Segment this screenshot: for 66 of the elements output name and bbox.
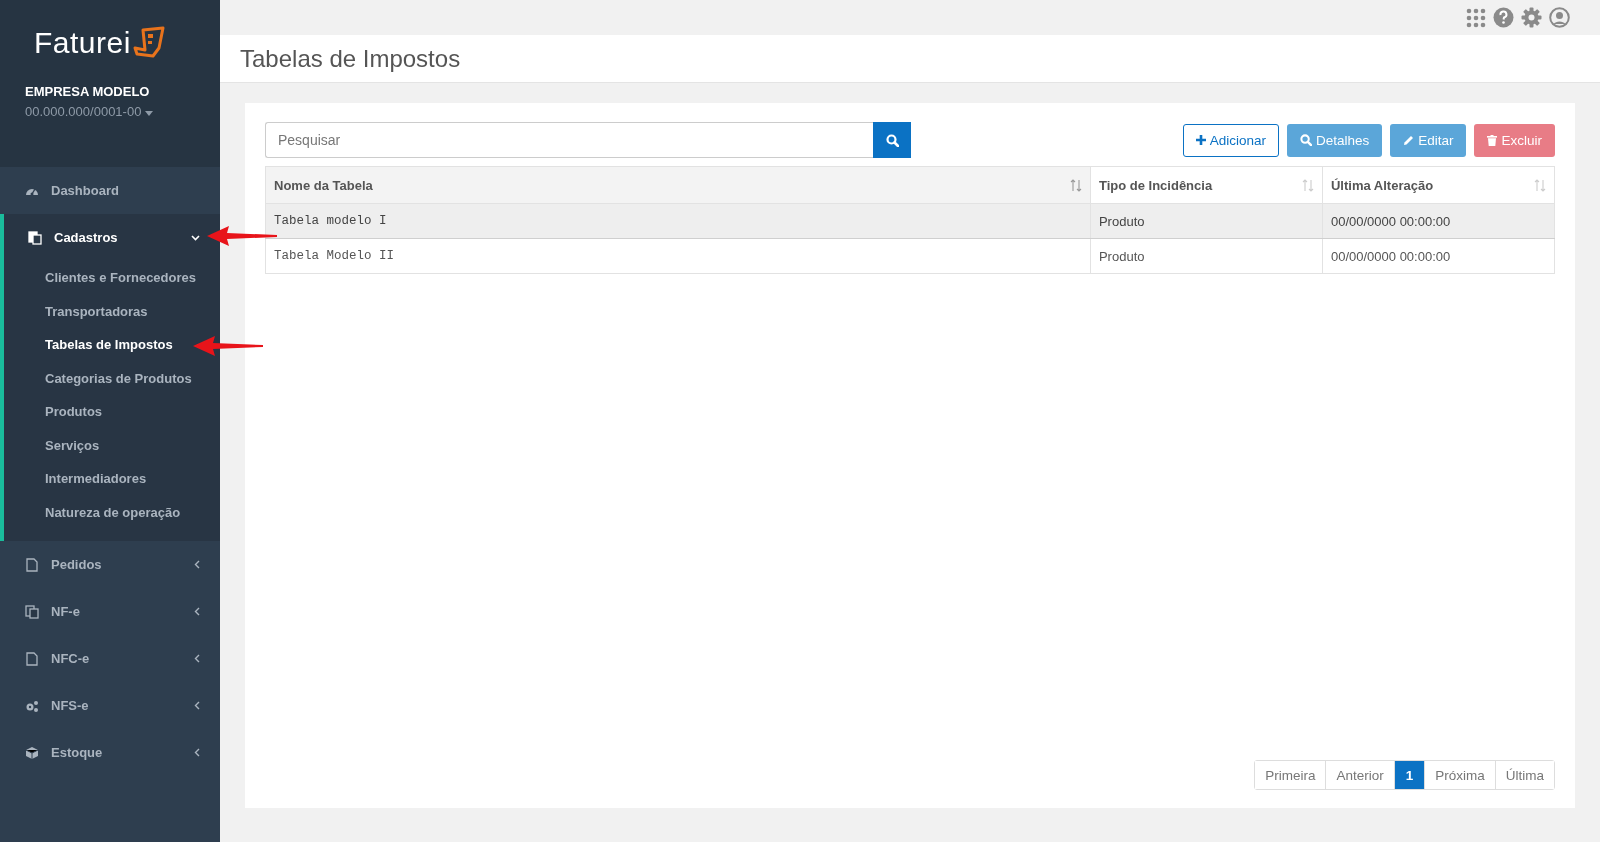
table-cell: Produto	[1090, 203, 1323, 239]
edit-button[interactable]: Editar	[1390, 123, 1467, 157]
pagination-button[interactable]: 1	[1393, 761, 1425, 789]
column-header[interactable]: Nome da Tabela	[265, 166, 1091, 204]
trash-icon	[1487, 134, 1498, 146]
sidebar-item[interactable]: NFC-e	[0, 635, 220, 682]
table-cell: Tabela Modelo II	[265, 238, 1091, 274]
chevron-down-icon	[191, 234, 200, 241]
sort-icon	[1069, 178, 1082, 192]
settings-icon[interactable]	[1521, 7, 1542, 28]
submenu-item[interactable]: Natureza de operação	[45, 495, 181, 529]
search-button[interactable]	[873, 122, 911, 158]
submenu-item[interactable]: Tabelas de Impostos	[45, 328, 173, 362]
chevron-left-icon	[194, 560, 200, 569]
sidebar-item[interactable]: Pedidos	[0, 541, 220, 588]
gears-icon	[25, 698, 39, 713]
company-selector[interactable]: 00.000.000/0001-00	[25, 104, 153, 119]
logo-wordmark: Faturei	[34, 26, 131, 60]
table-cell: Tabela modelo I	[265, 203, 1091, 239]
submenu-item[interactable]: Transportadoras	[45, 294, 148, 328]
submenu-item[interactable]: Clientes e Fornecedores	[45, 261, 196, 295]
arrow-annotation	[193, 335, 263, 357]
caret-down-icon	[145, 111, 153, 116]
submenu-item[interactable]: Serviços	[45, 428, 100, 462]
chevron-left-icon	[194, 607, 200, 616]
plus-icon	[1195, 135, 1206, 145]
search-icon	[885, 133, 899, 147]
sidebar-item[interactable]: Estoque	[0, 729, 220, 776]
table-row[interactable]: Tabela modelo I Produto 00/00/0000 00:00:00	[265, 203, 1555, 239]
search-field[interactable]: Pesquisar	[265, 122, 873, 158]
submenu-item[interactable]: Intermediadores	[45, 462, 147, 496]
chevron-left-icon	[194, 748, 200, 757]
column-header[interactable]: Última Alteração	[1322, 166, 1555, 204]
sidebar-item[interactable]: NF-e	[0, 588, 220, 635]
help-icon[interactable]	[1493, 7, 1514, 28]
user-avatar-icon[interactable]	[1549, 7, 1570, 28]
company-name: EMPRESA MODELO	[25, 84, 151, 99]
documents-icon	[25, 604, 39, 619]
chevron-left-icon	[194, 701, 200, 710]
document-icon	[25, 651, 39, 666]
apps-grid-icon[interactable]	[1466, 7, 1486, 28]
arrow-annotation	[207, 225, 277, 247]
page-title: Tabelas de Impostos	[240, 44, 461, 73]
sidebar-item[interactable]: Dashboard	[0, 167, 220, 214]
add-button[interactable]: Adicionar	[1182, 123, 1279, 157]
sort-icon	[1534, 178, 1546, 192]
submenu-item[interactable]: Produtos	[45, 395, 103, 429]
documents-icon	[28, 230, 42, 245]
document-icon	[25, 557, 39, 572]
box-icon	[25, 745, 39, 760]
chevron-left-icon	[194, 654, 200, 663]
column-header[interactable]: Tipo de Incidência	[1090, 166, 1323, 204]
pagination-button[interactable]: Última	[1494, 761, 1554, 789]
sidebar-item[interactable]: NFS-e	[0, 682, 220, 729]
table-cell: Produto	[1090, 238, 1323, 274]
sort-icon	[1301, 178, 1314, 192]
search-icon	[1299, 134, 1312, 146]
pencil-icon	[1403, 134, 1415, 146]
details-button[interactable]: Detalhes	[1286, 123, 1383, 157]
receipt-logo-icon	[132, 26, 165, 60]
table-cell: 00/00/0000 00:00:00	[1322, 238, 1555, 274]
table-cell: 00/00/0000 00:00:00	[1322, 203, 1555, 239]
table-row[interactable]: Tabela Modelo II Produto 00/00/0000 00:00:00	[265, 238, 1555, 274]
submenu-item[interactable]: Categorias de Produtos	[45, 361, 192, 395]
delete-button[interactable]: Excluir	[1474, 123, 1555, 157]
sidebar-item[interactable]: Cadastros	[4, 214, 220, 261]
